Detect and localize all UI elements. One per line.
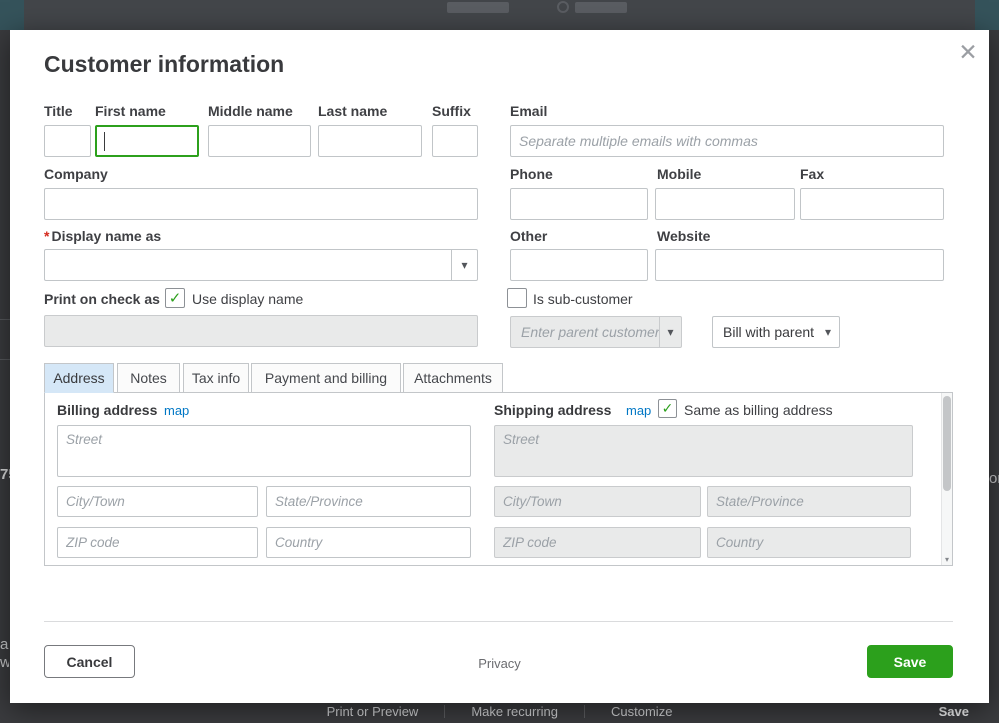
footer-divider — [44, 621, 953, 622]
cancel-button[interactable]: Cancel — [44, 645, 135, 678]
first-name-input[interactable] — [95, 125, 199, 157]
required-asterisk: * — [44, 228, 49, 244]
parent-customer-dropdown: Enter parent customer ▾ — [510, 316, 682, 348]
title-input[interactable] — [44, 125, 91, 157]
billing-address-title: Billing address — [57, 402, 157, 418]
shipping-state-input — [707, 486, 911, 517]
background-text-fragment: 75 — [0, 466, 10, 483]
other-input[interactable] — [510, 249, 648, 281]
background-artifact — [447, 2, 509, 13]
website-input[interactable] — [655, 249, 944, 281]
modal-title: Customer information — [44, 51, 284, 78]
last-name-input[interactable] — [318, 125, 422, 157]
billing-zip-input[interactable] — [57, 527, 258, 558]
background-text-fragment: w — [0, 654, 9, 671]
shipping-zip-input — [494, 527, 701, 558]
chevron-down-icon: ▾ — [451, 250, 477, 280]
last-name-label: Last name — [318, 103, 387, 119]
scrollbar-thumb[interactable] — [943, 396, 951, 491]
use-display-name-checkbox[interactable]: ✓ — [165, 288, 185, 308]
chevron-down-icon: ▾ — [659, 317, 681, 347]
make-recurring-button[interactable]: Make recurring — [445, 704, 584, 719]
display-name-dropdown-value — [45, 250, 451, 280]
shipping-street-input — [494, 425, 913, 477]
shipping-address-title: Shipping address — [494, 402, 611, 418]
parent-customer-placeholder: Enter parent customer — [511, 317, 659, 347]
tab-payment-and-billing[interactable]: Payment and billing — [251, 363, 401, 393]
customize-button[interactable]: Customize — [585, 704, 698, 719]
print-on-check-label: Print on check as — [44, 291, 160, 307]
email-label: Email — [510, 103, 547, 119]
fax-label: Fax — [800, 166, 824, 182]
check-icon: ✓ — [662, 400, 674, 417]
shipping-map-link[interactable]: map — [626, 403, 651, 418]
background-artifact — [575, 2, 627, 13]
scroll-down-icon[interactable]: ▾ — [942, 555, 952, 564]
address-tab-panel: Billing address map Shipping address map… — [44, 392, 953, 566]
use-display-name-label: Use display name — [192, 291, 303, 307]
background-artifact — [0, 319, 10, 320]
email-input[interactable] — [510, 125, 944, 157]
phone-input[interactable] — [510, 188, 648, 220]
background-text-fragment: a — [0, 636, 9, 653]
middle-name-input[interactable] — [208, 125, 311, 157]
background-artifact — [975, 0, 999, 30]
chevron-down-icon: ▾ — [817, 317, 839, 347]
close-icon[interactable]: ✕ — [952, 36, 984, 68]
company-label: Company — [44, 166, 108, 182]
display-name-label-text: Display name as — [51, 228, 161, 244]
background-artifact — [557, 1, 569, 13]
billing-city-input[interactable] — [57, 486, 258, 517]
background-top-bar — [0, 0, 999, 30]
fax-input[interactable] — [800, 188, 944, 220]
mobile-input[interactable] — [655, 188, 795, 220]
suffix-label: Suffix — [432, 103, 471, 119]
website-label: Website — [657, 228, 710, 244]
customer-information-modal: Customer information ✕ Title First name … — [10, 30, 989, 703]
check-icon: ✓ — [169, 289, 182, 307]
is-sub-customer-checkbox[interactable] — [507, 288, 527, 308]
same-as-billing-checkbox[interactable]: ✓ — [658, 399, 677, 418]
shipping-city-input — [494, 486, 701, 517]
middle-name-label: Middle name — [208, 103, 293, 119]
billing-map-link[interactable]: map — [164, 403, 189, 418]
billing-street-input[interactable] — [57, 425, 471, 477]
background-artifact — [0, 0, 24, 30]
tab-address[interactable]: Address — [44, 363, 114, 393]
background-text-fragment: on — [989, 470, 999, 487]
company-input[interactable] — [44, 188, 478, 220]
shipping-country-input — [707, 527, 911, 558]
display-name-dropdown[interactable]: ▾ — [44, 249, 478, 281]
phone-label: Phone — [510, 166, 553, 182]
background-artifact — [0, 359, 10, 360]
first-name-label: First name — [95, 103, 166, 119]
tab-tax-info[interactable]: Tax info — [183, 363, 249, 393]
same-as-billing-label: Same as billing address — [684, 402, 833, 418]
save-button[interactable]: Save — [867, 645, 953, 678]
bill-with-parent-value: Bill with parent — [713, 317, 817, 347]
title-label: Title — [44, 103, 73, 119]
text-cursor — [104, 132, 105, 151]
tab-notes[interactable]: Notes — [117, 363, 180, 393]
suffix-input[interactable] — [432, 125, 478, 157]
bottom-bar-save-button[interactable]: Save — [939, 704, 969, 719]
background-bottom-bar: Print or Preview Make recurring Customiz… — [0, 700, 999, 723]
display-name-label: *Display name as — [44, 228, 161, 244]
tab-attachments[interactable]: Attachments — [403, 363, 503, 393]
bill-with-parent-dropdown[interactable]: Bill with parent ▾ — [712, 316, 840, 348]
print-or-preview-button[interactable]: Print or Preview — [301, 704, 445, 719]
billing-country-input[interactable] — [266, 527, 471, 558]
billing-state-input[interactable] — [266, 486, 471, 517]
privacy-link[interactable]: Privacy — [478, 656, 521, 671]
other-label: Other — [510, 228, 547, 244]
print-on-check-input — [44, 315, 478, 347]
mobile-label: Mobile — [657, 166, 701, 182]
panel-scrollbar[interactable]: ▾ — [941, 393, 952, 565]
is-sub-customer-label: Is sub-customer — [533, 291, 633, 307]
